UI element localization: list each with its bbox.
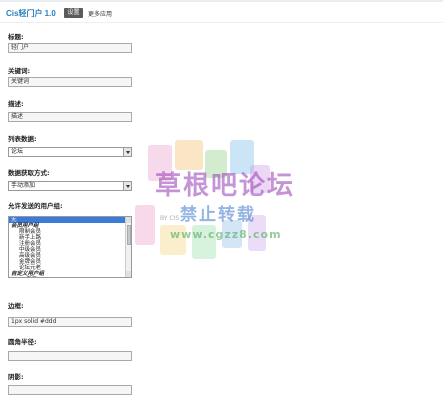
watermark-small: BY CIS [160, 215, 180, 222]
description-label: 描述: [8, 100, 24, 108]
scroll-up-icon[interactable] [126, 217, 131, 223]
watermark-url: www.cgzz8.com [170, 228, 282, 241]
header-rule [0, 0, 443, 2]
chevron-down-icon [123, 148, 131, 156]
keywords-input[interactable]: 关键词 [8, 77, 132, 87]
user-groups-label: 允许发送的用户组: [8, 202, 63, 210]
divider [0, 22, 443, 23]
scroll-thumb[interactable] [126, 225, 131, 245]
scrollbar[interactable] [125, 217, 131, 277]
fetch-mode-label: 数据获取方式: [8, 169, 50, 177]
watermark-subtitle: 禁止转载 [180, 205, 256, 225]
border-input[interactable]: 1px solid #ddd [8, 317, 132, 327]
keywords-label: 关键词: [8, 67, 31, 75]
app-title: Cis轻门户 1.0 [6, 9, 56, 18]
list-data-label: 列表数据: [8, 135, 37, 143]
watermark-title: 草根吧论坛 [155, 171, 296, 201]
shadow-label: 阴影: [8, 373, 24, 381]
chevron-down-icon [123, 182, 131, 190]
watermark-block [135, 205, 155, 245]
list-data-value: 论坛 [11, 148, 24, 155]
scroll-down-icon[interactable] [126, 271, 131, 277]
shadow-input[interactable] [8, 385, 132, 395]
settings-tag-button[interactable]: 设置 [64, 8, 83, 18]
description-input[interactable]: 描述 [8, 112, 132, 122]
radius-label: 圆角半径: [8, 338, 37, 346]
user-groups-listbox[interactable]: 无会员用户组 限制会员 新手上路 注册会员 中级会员 高级会员 金牌会员 论坛元老 自定义用户组… [8, 216, 132, 278]
radius-input[interactable] [8, 351, 132, 361]
title-input[interactable]: 轻门户 [8, 43, 132, 53]
fetch-mode-value: 手动添加 [11, 182, 36, 189]
fetch-mode-select[interactable]: 手动添加 [8, 181, 132, 191]
list-option[interactable]: qq专用 [9, 277, 131, 278]
more-apps-link[interactable]: 更多应用 [88, 9, 112, 18]
title-label: 标题: [8, 33, 24, 41]
list-data-select[interactable]: 论坛 [8, 147, 132, 157]
border-label: 边框: [8, 302, 24, 310]
